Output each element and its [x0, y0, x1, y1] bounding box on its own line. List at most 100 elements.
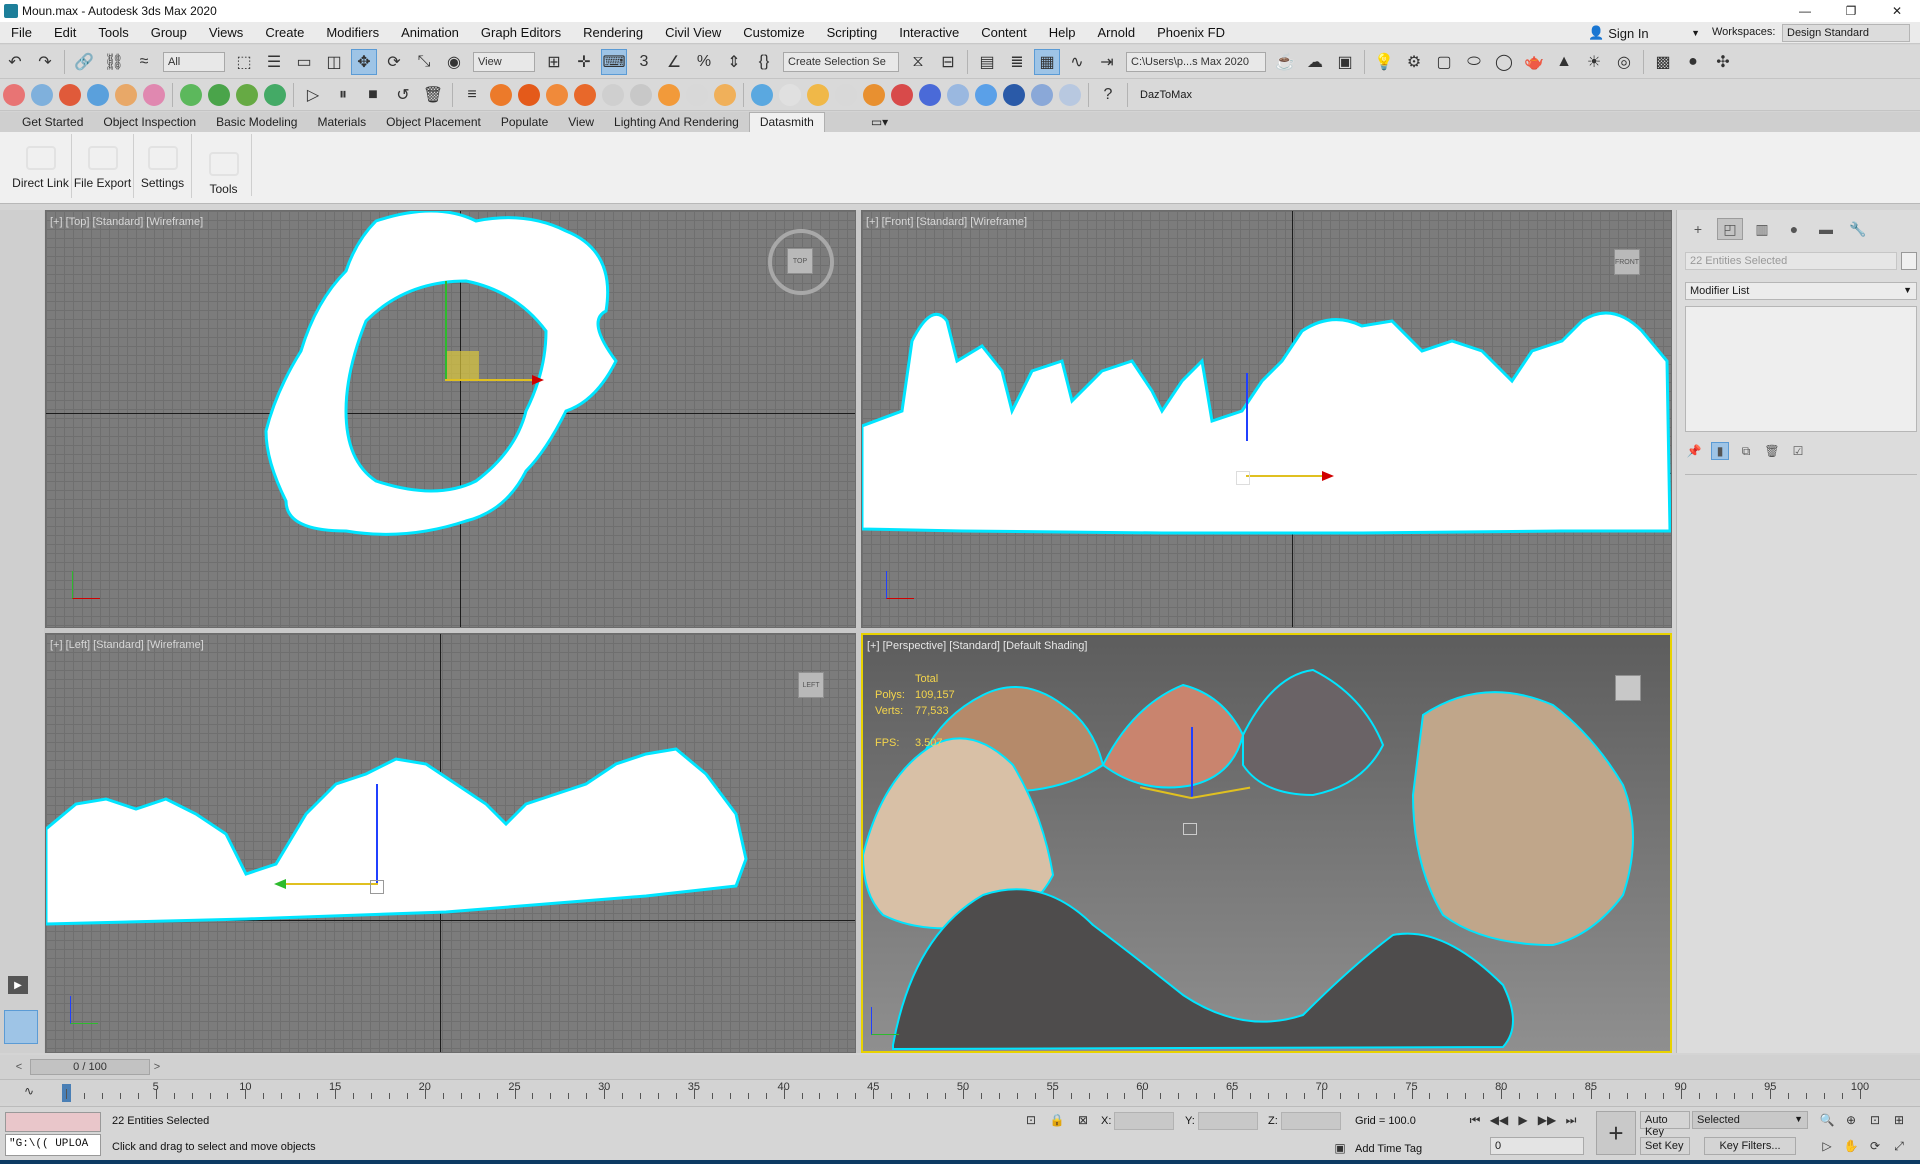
menu-interactive[interactable]: Interactive: [888, 25, 970, 40]
menu-group[interactable]: Group: [140, 25, 198, 40]
sign-in-button[interactable]: 👤 Sign In ▼: [1588, 24, 1700, 42]
minimize-icon[interactable]: —: [1782, 0, 1828, 22]
glass-preset-icon[interactable]: [779, 83, 801, 106]
set-key-button[interactable]: Set Key: [1640, 1137, 1690, 1155]
paint-preset-icon[interactable]: [891, 83, 913, 106]
fire-preset-icon[interactable]: [490, 83, 512, 106]
tab-lighting-and-rendering[interactable]: Lighting And Rendering: [604, 113, 749, 132]
align-icon[interactable]: ⊟: [935, 49, 961, 75]
tools-button[interactable]: Tools: [196, 134, 252, 196]
zoom-icon[interactable]: 🔍: [1818, 1111, 1836, 1129]
redo-icon[interactable]: ↷: [32, 49, 58, 75]
viewport-label-left[interactable]: [+] [Left] [Standard] [Wireframe]: [50, 639, 204, 651]
workspace-dropdown[interactable]: Design Standard: [1782, 24, 1910, 42]
viewport-label-top[interactable]: [+] [Top] [Standard] [Wireframe]: [50, 216, 203, 228]
menu-create[interactable]: Create: [254, 25, 315, 40]
modifier-list-dropdown[interactable]: Modifier List ▼: [1685, 282, 1917, 300]
delete-cache-icon[interactable]: 🗑: [420, 82, 446, 108]
star-helper-icon[interactable]: [264, 83, 286, 106]
scene-explorer-icon[interactable]: ▤: [974, 49, 1000, 75]
spray-preset-icon[interactable]: [1059, 83, 1081, 106]
schematic-view-icon[interactable]: ⇥: [1094, 49, 1120, 75]
lock-selection-icon[interactable]: 🔒: [1048, 1111, 1066, 1129]
rectangular-selection-icon[interactable]: ▭: [291, 49, 317, 75]
viewport-perspective[interactable]: Total Polys: 109,157 Verts: 77,533 FPS: …: [861, 633, 1672, 1053]
move-icon[interactable]: ✥: [351, 48, 377, 75]
zoom-extents-icon[interactable]: ⊡: [1866, 1111, 1884, 1129]
fire-source-icon[interactable]: [59, 83, 81, 106]
restore-icon[interactable]: ❐: [1828, 0, 1874, 22]
show-end-result-icon[interactable]: ▮: [1711, 442, 1729, 460]
make-unique-icon[interactable]: ⧉: [1737, 442, 1755, 460]
project-folder-dropdown[interactable]: C:\Users\p...s Max 2020: [1126, 51, 1266, 72]
unlink-icon[interactable]: ⛓: [101, 49, 127, 75]
splash-preset-icon[interactable]: [947, 83, 969, 106]
menu-civil-view[interactable]: Civil View: [654, 25, 732, 40]
play-sim-icon[interactable]: ▷: [300, 82, 326, 108]
tab-object-placement[interactable]: Object Placement: [376, 113, 491, 132]
selection-filter-dropdown[interactable]: All: [163, 51, 225, 72]
fire-effect-icon[interactable]: [3, 83, 25, 106]
viewport-label-front[interactable]: [+] [Front] [Standard] [Wireframe]: [866, 216, 1027, 228]
teapot-icon[interactable]: 🫖: [1521, 49, 1547, 75]
tab-view[interactable]: View: [558, 113, 604, 132]
create-tab-icon[interactable]: +: [1685, 218, 1711, 240]
absolute-mode-icon[interactable]: ⊠: [1074, 1111, 1092, 1129]
menu-edit[interactable]: Edit: [43, 25, 87, 40]
named-selection-dropdown[interactable]: Create Selection Se: [783, 51, 899, 72]
menu-content[interactable]: Content: [970, 25, 1038, 40]
viewcube-front[interactable]: FRONT: [1614, 249, 1640, 275]
isolate-selection-icon[interactable]: ⊡: [1022, 1111, 1040, 1129]
spinner-snap-icon[interactable]: ⇕: [721, 49, 747, 75]
go-to-end-icon[interactable]: ⏭: [1562, 1111, 1580, 1129]
menu-views[interactable]: Views: [198, 25, 254, 40]
curve-editor-icon[interactable]: ∿: [1064, 49, 1090, 75]
object-color-swatch[interactable]: [1901, 252, 1917, 270]
cylinder-icon[interactable]: ⬭: [1461, 49, 1487, 75]
selection-name-field[interactable]: 22 Entities Selected: [1685, 252, 1897, 270]
sun-icon[interactable]: ☀: [1581, 49, 1607, 75]
pan-icon[interactable]: ✋: [1842, 1137, 1860, 1155]
menu-file[interactable]: File: [0, 25, 43, 40]
cloud-preset-icon[interactable]: [630, 83, 652, 106]
current-frame-field[interactable]: 0: [1490, 1137, 1584, 1155]
liquid-preset-icon[interactable]: [751, 83, 773, 106]
auto-key-button[interactable]: Auto Key: [1640, 1111, 1690, 1138]
menu-arnold[interactable]: Arnold: [1087, 25, 1147, 40]
light-icon[interactable]: 💡: [1371, 49, 1397, 75]
burn-preset-icon[interactable]: [714, 83, 736, 106]
edit-named-selections-icon[interactable]: {}: [751, 49, 777, 75]
pause-sim-icon[interactable]: ⏸: [330, 82, 356, 108]
keyboard-shortcut-override-icon[interactable]: ⌨: [601, 48, 627, 75]
rotate-icon[interactable]: ⟳: [381, 49, 407, 75]
shader-icon[interactable]: ●: [1680, 49, 1706, 75]
motion-tab-icon[interactable]: ●: [1781, 218, 1807, 240]
viewcube-left[interactable]: LEFT: [798, 672, 824, 698]
settings-icon[interactable]: ⚙: [1401, 49, 1427, 75]
candle-preset-icon[interactable]: [546, 83, 568, 106]
layer-explorer-icon[interactable]: ≣: [1004, 49, 1030, 75]
viewport-label-perspective[interactable]: [+] [Perspective] [Standard] [Default Sh…: [867, 640, 1087, 652]
torch-preset-icon[interactable]: [574, 83, 596, 106]
grid-helper-icon[interactable]: [180, 83, 202, 106]
utilities-tab-icon[interactable]: 🔧: [1845, 218, 1871, 240]
z-coordinate-field[interactable]: [1281, 1112, 1341, 1130]
menu-phoenix-fd[interactable]: Phoenix FD: [1146, 25, 1236, 40]
milk-preset-icon[interactable]: [835, 83, 857, 106]
key-filters-button[interactable]: Key Filters...: [1704, 1137, 1796, 1155]
menu-help[interactable]: Help: [1038, 25, 1087, 40]
menu-tools[interactable]: Tools: [87, 25, 139, 40]
material-icon[interactable]: ▩: [1650, 49, 1676, 75]
viewport-front[interactable]: FRONT [+] [Front] [Standard] [Wireframe]: [861, 210, 1672, 628]
menu-customize[interactable]: Customize: [732, 25, 815, 40]
time-slider-handle[interactable]: 0 / 100: [30, 1059, 150, 1075]
close-icon[interactable]: ✕: [1874, 0, 1920, 22]
tab-basic-modeling[interactable]: Basic Modeling: [206, 113, 307, 132]
pin-stack-icon[interactable]: 📌: [1685, 442, 1703, 460]
smoke-preset-icon[interactable]: [602, 83, 624, 106]
particle-icon[interactable]: [31, 83, 53, 106]
menu-animation[interactable]: Animation: [390, 25, 470, 40]
set-key-big-icon[interactable]: +: [1596, 1111, 1636, 1155]
remove-modifier-icon[interactable]: 🗑: [1763, 442, 1781, 460]
environment-icon[interactable]: ◎: [1611, 49, 1637, 75]
